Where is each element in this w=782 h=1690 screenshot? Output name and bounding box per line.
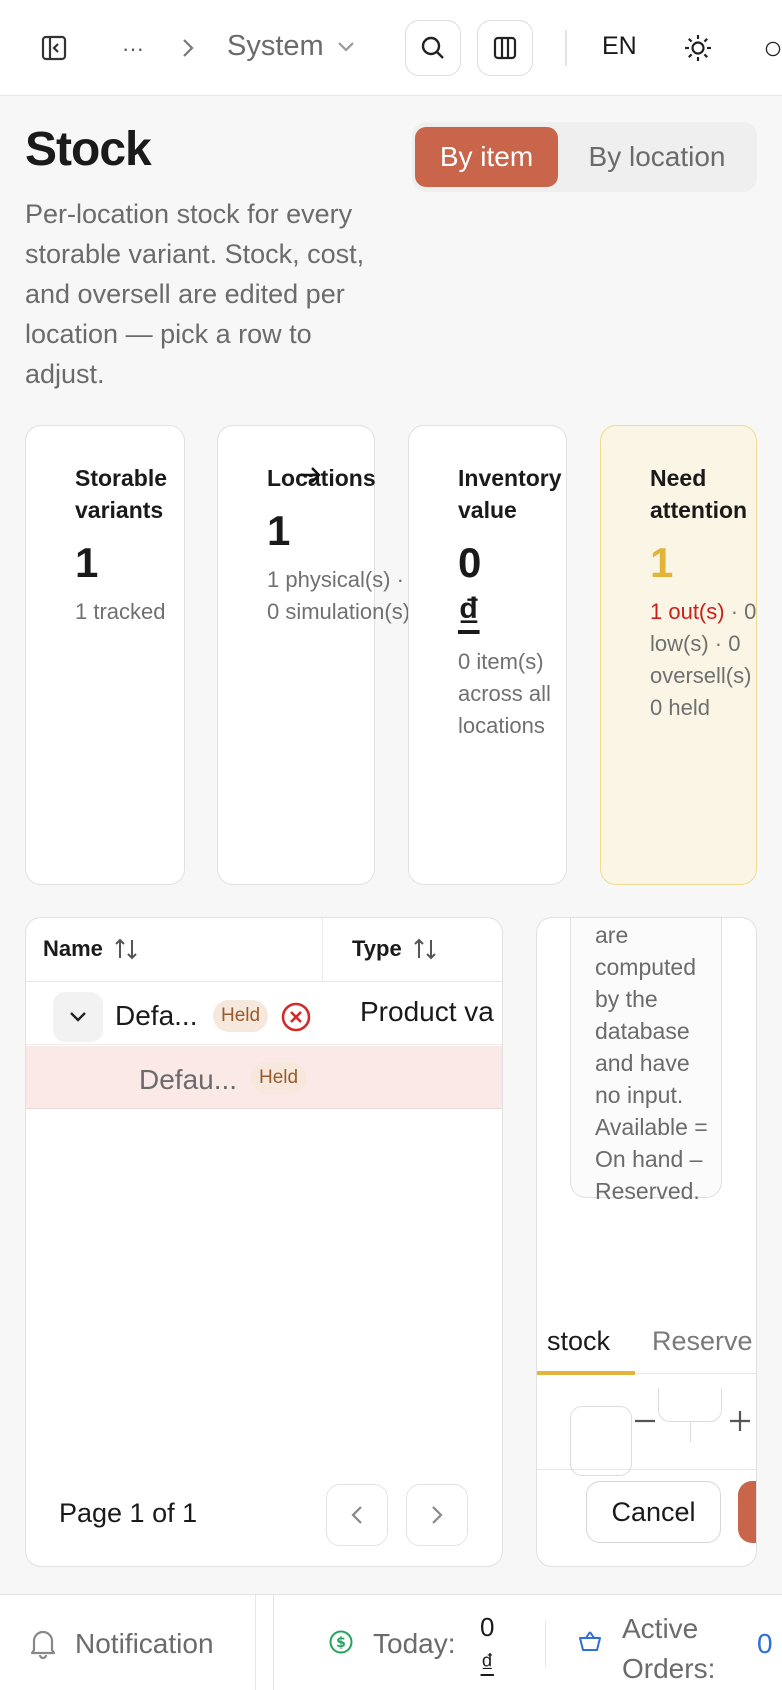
today-currency: ₫: [480, 1648, 494, 1678]
by-item-toggle[interactable]: By item: [415, 127, 558, 187]
status-divider: [545, 1621, 546, 1667]
sort-icon: [115, 938, 137, 960]
table-row[interactable]: Defa... Held Product va: [26, 982, 502, 1045]
expand-row-button[interactable]: [53, 992, 103, 1042]
plus-icon[interactable]: [727, 1408, 753, 1439]
bell-icon: [28, 1627, 58, 1664]
column-header-name[interactable]: Name: [43, 936, 139, 962]
active-orders-label: Active Orders:: [622, 1613, 716, 1684]
sidebar-toggle-icon[interactable]: [38, 32, 70, 64]
breadcrumb-ellipsis[interactable]: ···: [118, 34, 148, 64]
columns-icon: [493, 36, 517, 60]
table-row[interactable]: Defau... Held: [26, 1046, 502, 1109]
breadcrumb-separator-icon: [178, 36, 198, 60]
today-number: 0: [480, 1612, 495, 1642]
dollar-circle-icon: $: [328, 1629, 354, 1660]
stat-sub: 0 item(s) across all locations: [458, 649, 551, 738]
tab-stock[interactable]: stock: [547, 1326, 610, 1357]
computed-fields-note: are computed by the database and have no…: [570, 918, 722, 1204]
next-page-button[interactable]: [406, 1484, 468, 1546]
stat-card-locations[interactable]: Locations 1 1 physical(s) · 0 simulation…: [217, 425, 410, 885]
search-icon: [421, 36, 444, 59]
stat-label: Inventory value: [458, 465, 562, 523]
columns-button[interactable]: [477, 20, 533, 76]
column-header-type[interactable]: Type: [352, 936, 438, 962]
language-switcher[interactable]: EN: [602, 32, 637, 61]
stat-value: 1: [75, 539, 99, 586]
stat-value-currency: ₫: [458, 589, 480, 636]
table-header: Name Type: [26, 918, 502, 982]
stock-edit-panel: are computed by the database and have no…: [536, 917, 757, 1567]
stat-card-storable-variants: Storable variants 1 1 tracked: [25, 425, 185, 885]
stat-sub: 1 physical(s) · 0 simulation(s): [267, 567, 411, 624]
basket-icon: [578, 1629, 602, 1658]
stat-value: 1: [267, 507, 291, 554]
row-name: Defa...: [115, 1000, 198, 1031]
row-name: Defau...: [139, 1064, 238, 1095]
status-bar: Notification $ Today: 0 ₫ Active Orders:…: [0, 1594, 782, 1690]
minus-icon[interactable]: [632, 1408, 658, 1439]
stat-sub-alert: 1 out(s): [650, 599, 725, 624]
page-title: Stock: [25, 123, 152, 176]
column-header-label: Name: [43, 936, 103, 961]
stat-sub: 1 tracked: [75, 599, 166, 624]
notification-button[interactable]: Notification: [75, 1628, 214, 1660]
view-toggle: By item By location: [412, 122, 757, 192]
status-divider: [273, 1595, 274, 1690]
tab-reserved[interactable]: Reserve: [652, 1326, 753, 1357]
arrow-right-icon: [298, 462, 324, 493]
stat-label: Storable variants: [75, 465, 168, 523]
active-tab-indicator: [537, 1371, 635, 1375]
stat-card-need-attention: Need attention 1 1 out(s) · 0 low(s) · 0…: [600, 425, 757, 885]
active-orders-count[interactable]: 0: [757, 1628, 773, 1660]
search-button[interactable]: [405, 20, 461, 76]
status-badge: Held: [251, 1062, 307, 1094]
pagination-label: Page 1 of 1: [59, 1498, 198, 1528]
stat-value: 1: [650, 539, 674, 586]
quantity-input[interactable]: [570, 1406, 632, 1476]
chevron-right-icon: [432, 1506, 443, 1524]
stat-value-number: 0: [458, 539, 482, 586]
today-value: 0 ₫: [480, 1609, 494, 1681]
sort-icon: [414, 938, 436, 960]
column-divider: [322, 918, 323, 982]
chevron-left-icon: [351, 1506, 362, 1524]
sun-icon: [685, 35, 711, 61]
column-header-label: Type: [352, 936, 402, 961]
panel-tabs: stock Reserve: [537, 1308, 756, 1375]
chevron-down-icon: [70, 1012, 86, 1022]
x-circle-icon[interactable]: [280, 1001, 312, 1038]
page-description: Per-location stock for every storable va…: [25, 199, 365, 389]
today-label: Today:: [373, 1628, 456, 1659]
status-badge: Held: [213, 1000, 269, 1032]
svg-text:$: $: [336, 1635, 346, 1651]
toolbar-divider: [565, 30, 567, 66]
row-type: Product va: [360, 996, 494, 1027]
stat-sub: 1 out(s) · 0 low(s) · 0 oversell(s) · 0 …: [650, 596, 756, 724]
chevron-down-icon: [337, 41, 354, 52]
by-location-toggle[interactable]: By location: [562, 127, 752, 187]
save-button[interactable]: [738, 1481, 756, 1543]
user-circle-icon[interactable]: [764, 34, 782, 64]
theme-toggle-button[interactable]: [682, 32, 714, 64]
top-bar: ··· System EN: [0, 0, 782, 96]
field-divider: [690, 1422, 691, 1442]
value-field[interactable]: [658, 1388, 722, 1422]
stat-value: 0 ₫: [458, 538, 566, 638]
breadcrumb-current[interactable]: System: [227, 30, 356, 63]
stock-table: Name Type Defa... Held Product va Defau.…: [25, 917, 503, 1567]
quantity-stepper: [537, 1388, 756, 1476]
breadcrumb-current-label: System: [227, 30, 324, 62]
status-divider: [255, 1595, 256, 1690]
previous-page-button[interactable]: [326, 1484, 388, 1546]
stat-card-inventory-value: Inventory value 0 ₫ 0 item(s) across all…: [408, 425, 567, 885]
stat-label: Need attention: [650, 465, 748, 523]
cancel-button[interactable]: Cancel: [586, 1481, 721, 1543]
